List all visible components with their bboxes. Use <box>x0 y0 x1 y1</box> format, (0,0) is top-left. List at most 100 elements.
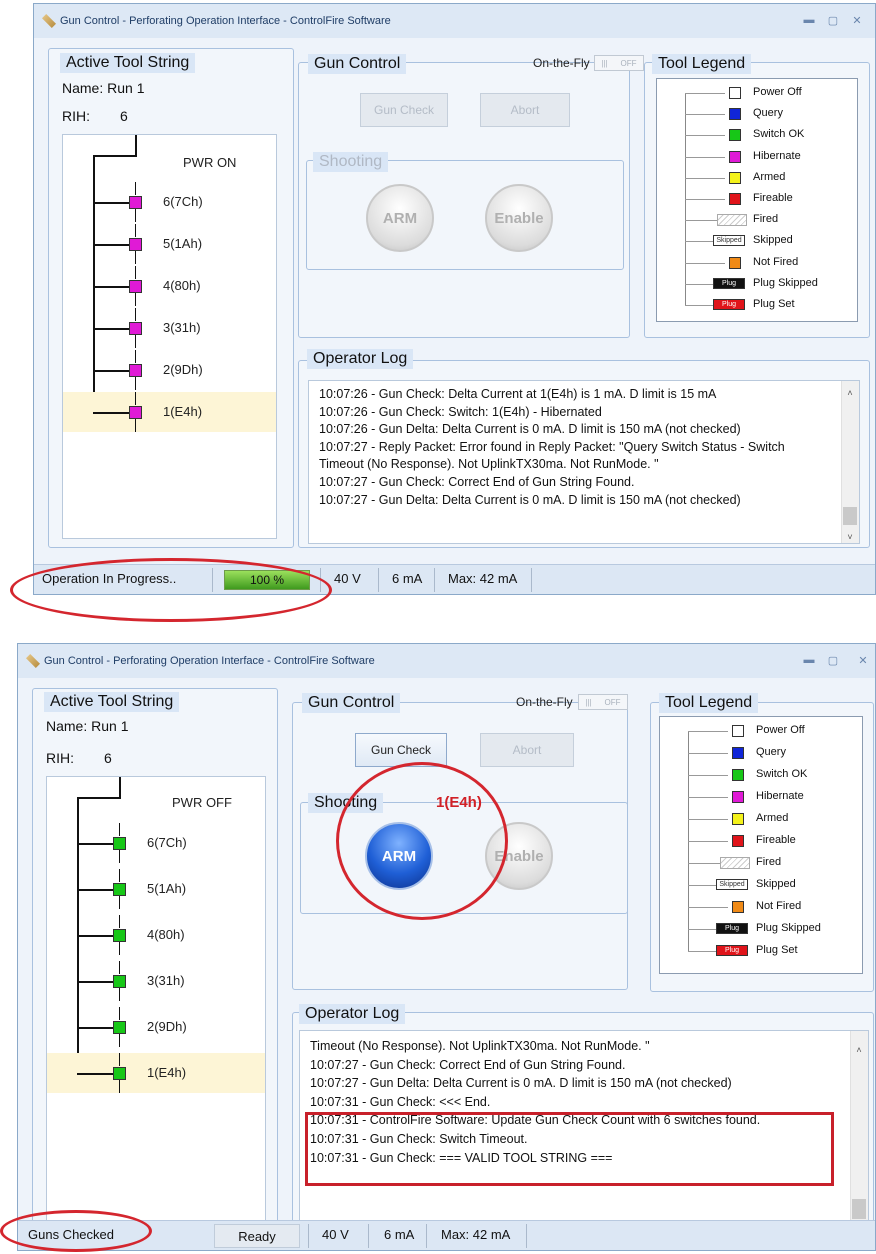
tool-node-label: 4(80h) <box>147 927 185 942</box>
rih-label: RIH: <box>46 750 74 766</box>
legend-label: Power Off <box>753 86 802 98</box>
legend-label: Plug Skipped <box>753 276 818 289</box>
tail-line <box>135 182 136 195</box>
close-icon[interactable]: ✕ <box>849 14 865 27</box>
scroll-down-icon[interactable]: ˅ <box>841 529 859 543</box>
abort-button[interactable]: Abort <box>480 733 574 767</box>
maximize-icon[interactable]: ▢ <box>825 14 841 27</box>
tail-line <box>119 869 120 882</box>
tool-node[interactable]: 1(E4h) <box>63 392 276 432</box>
legend-label: Skipped <box>756 878 796 890</box>
close-icon[interactable]: ✕ <box>855 654 871 667</box>
status-bar: Guns Checked Ready 40 V 6 mA Max: 42 mA <box>18 1220 875 1250</box>
tail-line <box>119 942 120 955</box>
tail-line <box>119 961 120 974</box>
window-title: Gun Control - Perforating Operation Inte… <box>60 15 391 27</box>
switch-square-icon <box>113 837 126 850</box>
tool-legend-title: Tool Legend <box>659 693 759 713</box>
legend-connector <box>685 135 725 137</box>
status-separator <box>526 1224 527 1248</box>
arm-button[interactable]: ARM <box>366 184 434 252</box>
operator-log-title: Operator Log <box>299 1004 406 1024</box>
legend-connector <box>688 907 728 908</box>
tool-node[interactable]: 4(80h) <box>47 915 265 955</box>
gun-check-button[interactable]: Gun Check <box>360 93 448 127</box>
scroll-thumb[interactable] <box>852 1199 866 1219</box>
legend-item: Hibernate <box>660 787 862 808</box>
tool-node[interactable]: 2(9Dh) <box>47 1007 265 1047</box>
operator-log[interactable]: 10:07:26 - Gun Check: Delta Current at 1… <box>308 380 860 544</box>
legend-connector <box>685 199 725 200</box>
legend-connector <box>688 753 728 754</box>
tool-node-label: 6(7Ch) <box>163 194 203 209</box>
tool-node[interactable]: 6(7Ch) <box>47 823 265 863</box>
tool-node[interactable]: 5(1Ah) <box>47 869 265 909</box>
tool-node-label: 4(80h) <box>163 278 201 293</box>
tail-line <box>135 224 136 237</box>
tree-top-line <box>77 797 121 799</box>
tool-node[interactable]: 3(31h) <box>47 961 265 1001</box>
switch-square-icon <box>113 929 126 942</box>
legend-item: Not Fired <box>657 253 857 274</box>
operator-log-title: Operator Log <box>307 349 414 369</box>
tail-line <box>119 1007 120 1020</box>
rih-value: 6 <box>120 108 128 124</box>
maximize-icon[interactable]: ▢ <box>825 654 841 667</box>
magenta-square-icon <box>729 150 741 163</box>
abort-button[interactable]: Abort <box>480 93 570 127</box>
log-scrollbar[interactable]: ˄ ˅ <box>841 381 859 543</box>
tool-node[interactable]: 6(7Ch) <box>63 182 276 222</box>
on-the-fly-toggle[interactable]: ||| OFF <box>578 694 628 710</box>
scroll-thumb[interactable] <box>843 507 857 525</box>
tail-line <box>119 1034 120 1047</box>
legend-label: Query <box>753 107 783 120</box>
rih-value: 6 <box>104 750 112 766</box>
legend-item: Plug Plug Set <box>657 295 857 316</box>
white-square-icon <box>732 725 744 737</box>
scroll-up-icon[interactable]: ˄ <box>841 385 859 401</box>
tool-node[interactable]: 4(80h) <box>63 266 276 306</box>
connector-line <box>77 1027 115 1029</box>
tool-node[interactable]: 5(1Ah) <box>63 224 276 264</box>
tree-top-line <box>135 135 137 155</box>
minimize-icon[interactable]: ▬ <box>801 14 817 26</box>
legend-connector <box>685 262 725 264</box>
enable-button[interactable]: Enable <box>485 822 553 890</box>
tool-string-tree[interactable]: PWR ON 6(7Ch) 5(1Ah) 4(80h) 3(31h) 2(9Dh) 1(E… <box>62 134 277 539</box>
log-scrollbar[interactable]: ˄ ˅ <box>850 1031 868 1237</box>
white-square-icon <box>729 87 741 99</box>
legend-label: Switch OK <box>753 128 805 141</box>
tail-line <box>135 308 136 321</box>
tool-node[interactable]: 1(E4h) <box>47 1053 265 1093</box>
scroll-up-icon[interactable]: ˄ <box>850 1041 868 1057</box>
log-line: 10:07:27 - Gun Delta: Delta Current is 0… <box>310 1076 732 1091</box>
tail-line <box>135 335 136 348</box>
connector-line <box>77 981 115 983</box>
log-line: 10:07:31 - ControlFire Software: Update … <box>310 1113 761 1128</box>
tail-line <box>119 988 120 1001</box>
tail-line <box>135 266 136 279</box>
operator-log[interactable]: Timeout (No Response). Not UplinkTX30ma.… <box>299 1030 869 1238</box>
plug-red-icon: Plug <box>713 299 745 310</box>
log-line: 10:07:26 - Gun Delta: Delta Current is 0… <box>319 422 741 437</box>
title-bar: Gun Control - Perforating Operation Inte… <box>34 4 875 38</box>
minimize-icon[interactable]: ▬ <box>801 654 817 666</box>
tool-node[interactable]: 2(9Dh) <box>63 350 276 390</box>
progress-bar: 100 % <box>224 570 310 590</box>
plug-red-icon: Plug <box>716 945 748 956</box>
tool-string-tree[interactable]: PWR OFF 6(7Ch) 5(1Ah) 4(80h) 3(31h) 2(9Dh) 1(… <box>46 776 266 1236</box>
arm-button[interactable]: ARM <box>365 822 433 890</box>
enable-button[interactable]: Enable <box>485 184 553 252</box>
on-the-fly-toggle[interactable]: ||| OFF <box>594 55 644 71</box>
legend-connector <box>688 841 728 842</box>
active-tool-string-title: Active Tool String <box>60 53 196 73</box>
tool-node-label: 1(E4h) <box>147 1065 187 1080</box>
legend-item: Power Off <box>660 721 862 742</box>
tool-legend-list: Power Off Query Switch OK Hibernate Armed Fir… <box>656 78 858 322</box>
tail-line <box>135 377 136 390</box>
legend-item: Fired <box>657 210 857 231</box>
gun-check-button[interactable]: Gun Check <box>355 733 447 767</box>
tool-node[interactable]: 3(31h) <box>63 308 276 348</box>
legend-label: Power Off <box>756 724 805 736</box>
app-icon <box>26 654 40 668</box>
